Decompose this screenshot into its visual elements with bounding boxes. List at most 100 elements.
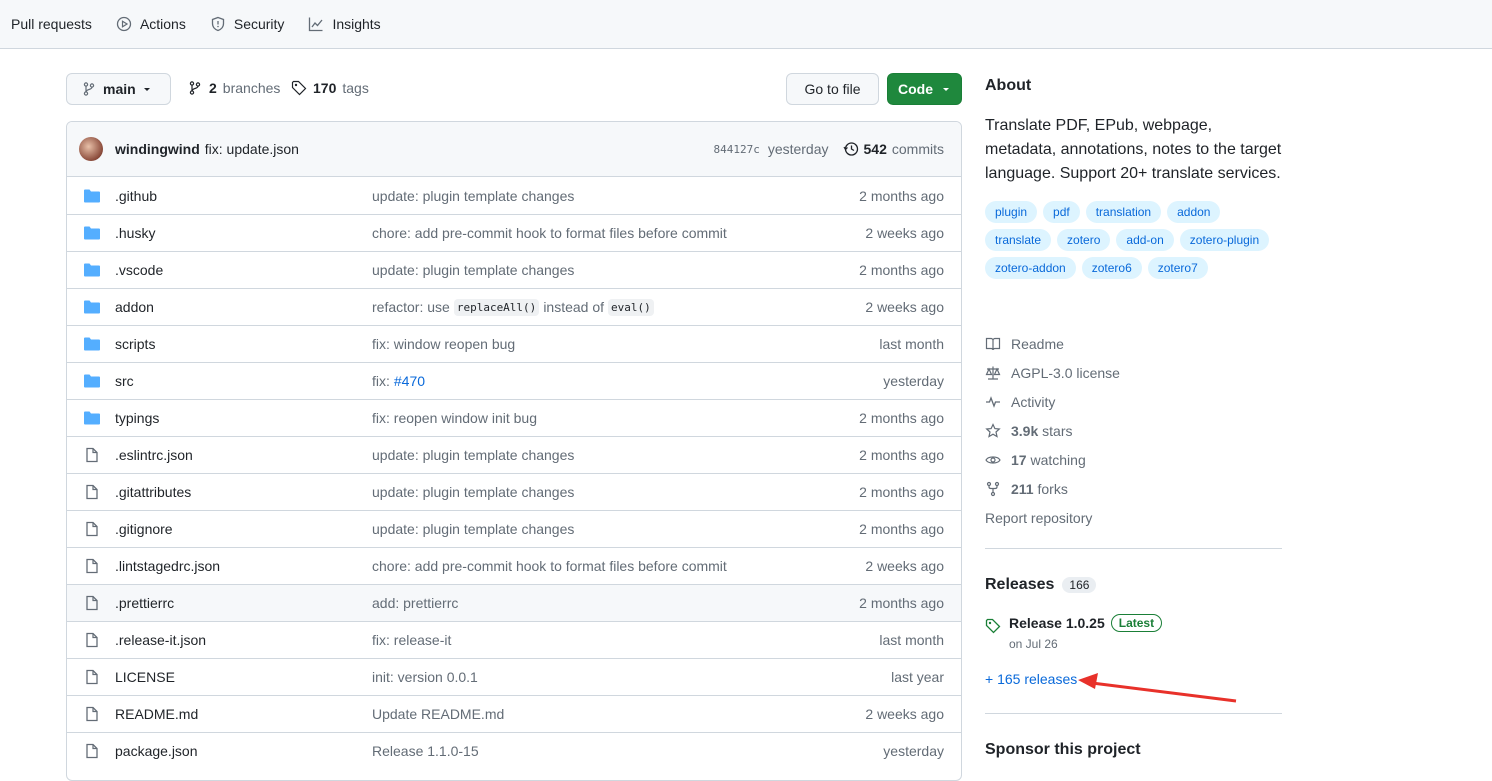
about-links: Readme AGPL-3.0 license Activity 3.9k stars…: [985, 329, 1120, 532]
file-name-link[interactable]: .husky: [115, 225, 155, 241]
tab-actions[interactable]: Actions: [116, 16, 186, 32]
table-row[interactable]: addon refactor: use replaceAll() instead of…: [67, 288, 961, 325]
more-releases-link[interactable]: + 165 releases: [985, 671, 1077, 687]
topics-list: plugin pdf translation addon translate zotero…: [985, 201, 1285, 279]
avatar[interactable]: [79, 137, 103, 161]
commit-time: 2 months ago: [859, 410, 944, 426]
commit-message-link[interactable]: refactor: use replaceAll() instead of eval(…: [372, 298, 654, 316]
commit-message-link[interactable]: fix: reopen window init bug: [372, 410, 537, 426]
issue-link[interactable]: #470: [394, 373, 425, 389]
topic-tag[interactable]: zotero7: [1147, 257, 1208, 279]
commit-sha[interactable]: 844127c: [713, 143, 759, 156]
table-row[interactable]: .vscode update: plugin template changes 2 …: [67, 251, 961, 288]
file-name-link[interactable]: .eslintrc.json: [115, 447, 193, 463]
commit-time: 2 weeks ago: [865, 299, 944, 315]
about-link-activity[interactable]: Activity: [985, 387, 1120, 416]
go-to-file-button[interactable]: Go to file: [786, 73, 879, 105]
folder-icon: [83, 373, 101, 389]
topic-tag[interactable]: pdf: [1043, 201, 1080, 223]
branch-select-button[interactable]: main: [66, 73, 171, 105]
commits-link[interactable]: 542 commits: [843, 141, 944, 157]
inline-code: eval(): [608, 298, 654, 316]
table-row[interactable]: .gitattributes update: plugin template ch…: [67, 473, 961, 510]
topic-tag[interactable]: translate: [985, 229, 1052, 251]
file-name-link[interactable]: addon: [115, 299, 154, 315]
topic-tag[interactable]: translation: [1085, 201, 1162, 223]
about-link-report-repository[interactable]: Report repository: [985, 503, 1120, 532]
table-row[interactable]: .husky chore: add pre-commit hook to form…: [67, 214, 961, 251]
about-link-text: 17 watching: [1011, 452, 1086, 468]
commit-message-link[interactable]: fix: #470: [372, 373, 425, 389]
table-row[interactable]: typings fix: reopen window init bug 2 mont…: [67, 399, 961, 436]
pulse-icon: [986, 395, 1000, 408]
latest-release[interactable]: Release 1.0.25 Latest on Jul 26: [985, 614, 1163, 651]
file-name-link[interactable]: .lintstagedrc.json: [115, 558, 220, 574]
about-link-agpl-3-0-license[interactable]: AGPL-3.0 license: [985, 358, 1120, 387]
commit-message-link[interactable]: chore: add pre-commit hook to format fil…: [372, 225, 727, 241]
file-name-link[interactable]: .release-it.json: [115, 632, 206, 648]
table-row[interactable]: .eslintrc.json update: plugin template ch…: [67, 436, 961, 473]
file-name-link[interactable]: LICENSE: [115, 669, 175, 685]
table-row[interactable]: .release-it.json fix: release-it last mont…: [67, 621, 961, 658]
commit-message-link[interactable]: fix: release-it: [372, 632, 451, 648]
file-name-link[interactable]: .prettierrc: [115, 595, 174, 611]
tab-insights[interactable]: Insights: [308, 16, 381, 32]
table-row[interactable]: package.json Release 1.1.0-15 yesterday: [67, 732, 961, 769]
topic-tag[interactable]: zotero-plugin: [1179, 229, 1270, 251]
topic-tag[interactable]: add-on: [1116, 229, 1174, 251]
file-name-link[interactable]: .gitignore: [115, 521, 173, 537]
topic-tag[interactable]: zotero6: [1081, 257, 1142, 279]
branch-name: main: [103, 81, 136, 97]
folder-icon: [83, 188, 101, 204]
file-name-link[interactable]: src: [115, 373, 134, 389]
file-name-link[interactable]: .github: [115, 188, 157, 204]
topic-tag[interactable]: zotero-addon: [985, 257, 1076, 279]
commit-message-link[interactable]: Update README.md: [372, 706, 504, 722]
commit-message-link[interactable]: add: prettierrc: [372, 595, 458, 611]
topic-tag[interactable]: zotero: [1057, 229, 1111, 251]
folder-icon: [83, 410, 101, 426]
commit-time: last month: [879, 336, 944, 352]
commit-message-link[interactable]: update: plugin template changes: [372, 262, 574, 278]
commit-message-link[interactable]: update: plugin template changes: [372, 188, 574, 204]
commit-message-link[interactable]: update: plugin template changes: [372, 521, 574, 537]
file-name-link[interactable]: .vscode: [115, 262, 163, 278]
file-name-link[interactable]: .gitattributes: [115, 484, 191, 500]
tag-icon: [985, 618, 1001, 634]
file-icon: [83, 484, 101, 500]
commit-message-link[interactable]: chore: add pre-commit hook to format fil…: [372, 558, 727, 574]
code-button[interactable]: Code: [887, 73, 962, 105]
tags-label: tags: [342, 80, 369, 96]
caret-down-icon: [143, 88, 150, 91]
about-link-readme[interactable]: Readme: [985, 329, 1120, 358]
table-row[interactable]: src fix: #470 yesterday: [67, 362, 961, 399]
table-row[interactable]: .prettierrc add: prettierrc 2 months ago: [67, 584, 961, 621]
about-link-forks[interactable]: 211 forks: [985, 474, 1120, 503]
commit-message-link[interactable]: update: plugin template changes: [372, 484, 574, 500]
commit-message-link[interactable]: init: version 0.0.1: [372, 669, 478, 685]
table-row[interactable]: LICENSE init: version 0.0.1 last year: [67, 658, 961, 695]
branches-link[interactable]: 2 branches: [187, 80, 280, 96]
table-row[interactable]: .github update: plugin template changes 2 …: [67, 177, 961, 214]
shield-icon: [211, 16, 225, 32]
branches-label: branches: [222, 80, 281, 96]
commit-message-link[interactable]: update: plugin template changes: [372, 447, 574, 463]
file-name-link[interactable]: typings: [115, 410, 159, 426]
about-link-watching[interactable]: 17 watching: [985, 445, 1120, 474]
file-name-link[interactable]: README.md: [115, 706, 198, 722]
tab-pull-requests[interactable]: Pull requests: [11, 16, 92, 32]
releases-heading[interactable]: Releases 166: [985, 576, 1097, 594]
table-row[interactable]: scripts fix: window reopen bug last month: [67, 325, 961, 362]
table-row[interactable]: README.md Update README.md 2 weeks ago: [67, 695, 961, 732]
tab-security[interactable]: Security: [210, 16, 284, 32]
commit-author[interactable]: windingwind: [115, 141, 200, 157]
table-row[interactable]: .lintstagedrc.json chore: add pre-commit …: [67, 547, 961, 584]
tags-link[interactable]: 170 tags: [291, 80, 369, 96]
about-link-stars[interactable]: 3.9k stars: [985, 416, 1120, 445]
topic-tag[interactable]: plugin: [985, 201, 1038, 223]
commit-message[interactable]: fix: update.json: [205, 141, 299, 157]
topic-tag[interactable]: addon: [1167, 201, 1221, 223]
table-row[interactable]: .gitignore update: plugin template change…: [67, 510, 961, 547]
file-name-link[interactable]: scripts: [115, 336, 155, 352]
commit-message-link[interactable]: fix: window reopen bug: [372, 336, 515, 352]
